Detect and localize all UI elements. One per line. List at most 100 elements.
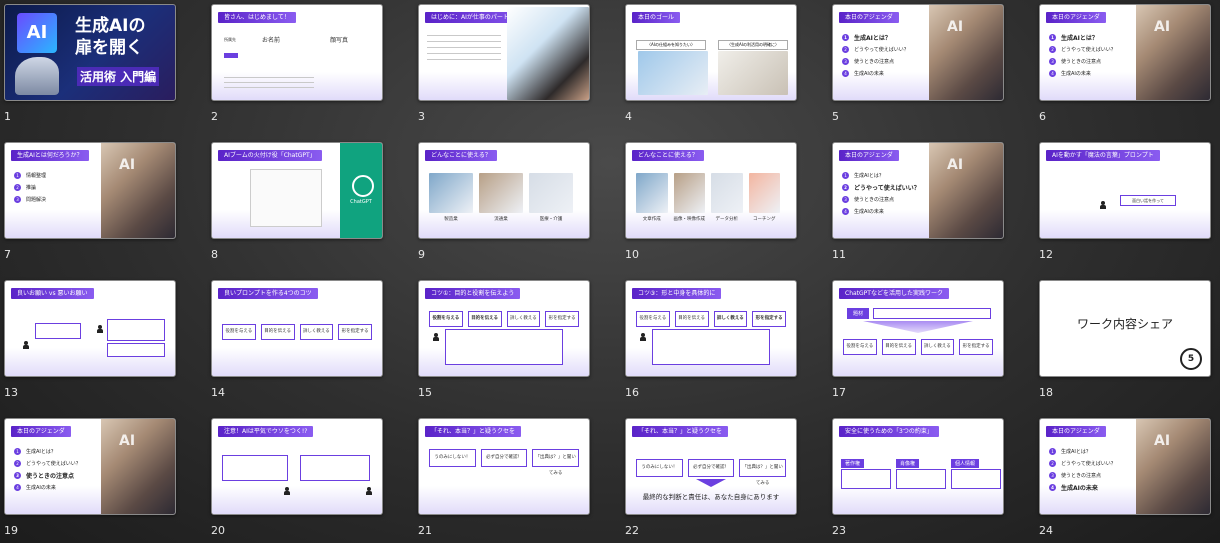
slide-thumbnail-3[interactable]: はじめに：AIが仕事のパートナーに!? 3	[418, 4, 590, 124]
slide-thumbnail-21[interactable]: 「それ、本当？」と疑うクセを うのみにしない！ 必ず自分で確認！ 「出典は？」と聞いて…	[418, 418, 590, 538]
slide-thumbnail-9[interactable]: どんなことに使える？ 製造業 流通業 医療・介護 9	[418, 142, 590, 262]
agenda-list: 1 生成AIとは？ 2 どうやって使えばいい？ 3 使うときの注意点 4 生成AIの未来	[842, 169, 920, 217]
decorative-gradient	[833, 486, 1003, 514]
slide-thumbnail-11[interactable]: 本日のアジェンダ AI 1 生成AIとは？ 2 どうやって使えばいい？ 3 使うときの注意点 4…	[832, 142, 1004, 262]
slide-thumbnail-12[interactable]: AIを動かす「魔法の言葉」プロンプト 面白い話を作って 12	[1039, 142, 1211, 262]
slide-preview[interactable]: AIを動かす「魔法の言葉」プロンプト 面白い話を作って	[1039, 142, 1211, 239]
slide-thumbnail-22[interactable]: 「それ、本当？」と疑うクセを うのみにしない！ 必ず自分で確認！ 「出典は？」と聞いて…	[625, 418, 797, 538]
slide-thumbnail-7[interactable]: 生成AIとは何だろうか？ AI 1 情報整理 2 推論 3 問題解決 7	[4, 142, 176, 262]
slide-preview[interactable]: 「それ、本当？」と疑うクセを うのみにしない！ 必ず自分で確認！ 「出典は？」と聞いて…	[418, 418, 590, 515]
agenda-number-badge: 4	[14, 483, 21, 491]
slide-thumbnail-14[interactable]: 良いプロンプトを作る4つのコツ 役割を与える 目的を伝える 詳しく教える 形を指定する 1…	[211, 280, 383, 400]
agenda-item: 3 使うときの注意点	[842, 55, 909, 67]
slide-preview[interactable]: はじめに：AIが仕事のパートナーに!?	[418, 4, 590, 101]
cover-title-2: 扉を開く	[75, 38, 143, 58]
slide-number: 20	[211, 524, 225, 537]
agenda-item-label: 生成AIとは？	[1061, 448, 1091, 455]
slide-preview[interactable]: 良いお願い vs 悪いお願い	[4, 280, 176, 377]
slide-thumbnail-23[interactable]: 安全に使うための「3つの約束」 著作権 肖像権 個人情報 23	[832, 418, 1004, 538]
slide-thumbnail-20[interactable]: 注意！AIは平気でウソをつく!? 20	[211, 418, 383, 538]
agenda-item-label: 生成AIの未来	[26, 484, 56, 491]
agenda-item: 4 生成AIの未来	[1049, 481, 1116, 493]
agenda-number-badge: 2	[842, 183, 849, 191]
agenda-number-badge: 2	[1049, 459, 1056, 467]
slide-thumbnail-24[interactable]: 本日のアジェンダ AI 1 生成AIとは？ 2 どうやって使えばいい？ 3 使うときの注意点 4…	[1039, 418, 1211, 538]
slide-preview[interactable]: 本日のゴール 〈AIの仕組みを知りたい〉 〈生成AIの利活用の明確に〉	[625, 4, 797, 101]
slide-preview[interactable]: ChatGPTなどを活用した実践ワーク 題材 役割を与える 目的を伝える 詳しく教える形…	[832, 280, 1004, 377]
tip-box: 詳しく教える	[299, 324, 334, 340]
ai-glow-icon: AI	[119, 433, 136, 449]
slide-preview[interactable]: 安全に使うための「3つの約束」 著作権 肖像権 個人情報	[832, 418, 1004, 515]
slide-number: 11	[832, 248, 846, 261]
person-icon	[23, 341, 29, 349]
person-icon	[433, 333, 439, 341]
slide-preview[interactable]: ワーク内容シェア 5	[1039, 280, 1211, 377]
slide-preview[interactable]: 本日のアジェンダ AI 1 生成AIとは？ 2 どうやって使えばいい？ 3 使うときの注意点 4…	[832, 4, 1004, 101]
slide-thumbnail-15[interactable]: コツ①：目的と役割を伝えよう 役割を与える 目的を伝える 詳しく教える 形を指定する 15	[418, 280, 590, 400]
slide-preview[interactable]: AI 生成AIの 扉を開く 活用術 入門編	[4, 4, 176, 101]
agenda-number-badge: 3	[1049, 471, 1056, 479]
slide-preview[interactable]: どんなことに使える？ 文章作成 画像・映像作成 データ分析 コーチング	[625, 142, 797, 239]
slide-preview[interactable]: コツ③：形と中身を具体的に 役割を与える 目的を伝える 詳しく教える 形を指定する	[625, 280, 797, 377]
slide-thumbnail-19[interactable]: 本日のアジェンダ AI 1 生成AIとは？ 2 どうやって使えばいい？ 3 使うときの注意点 4…	[4, 418, 176, 538]
profile-tag	[224, 53, 238, 58]
slide-number: 24	[1039, 524, 1053, 537]
slide-preview[interactable]: 本日のアジェンダ AI 1 生成AIとは？ 2 どうやって使えばいい？ 3 使うときの注意点 4…	[1039, 418, 1211, 515]
tip-box: 役割を与える	[636, 311, 670, 327]
agenda-item: 1 生成AIとは？	[14, 445, 81, 457]
slide-preview[interactable]: 注意！AIは平気でウソをつく!?	[211, 418, 383, 515]
slide-preview[interactable]: 皆さん、はじめまして！ 所属先 お名前 顔写真	[211, 4, 383, 101]
slide-number: 6	[1039, 110, 1046, 123]
warning-box	[222, 455, 288, 481]
slide-thumbnail-6[interactable]: 本日のアジェンダ AI 1 生成AIとは？ 2 どうやって使えばいい？ 3 使うときの注意点 4…	[1039, 4, 1211, 124]
slide-preview[interactable]: コツ①：目的と役割を伝えよう 役割を与える 目的を伝える 詳しく教える 形を指定する	[418, 280, 590, 377]
keyboard-photo: AI	[1136, 5, 1210, 100]
slide-title: 本日のアジェンダ	[839, 150, 899, 161]
slide-title: ChatGPTなどを活用した実践ワーク	[839, 288, 949, 299]
agenda-number-badge: 4	[1049, 483, 1056, 491]
tip-box: 「出典は？」と聞いてみる	[532, 449, 580, 476]
slide-preview[interactable]: 良いプロンプトを作る4つのコツ 役割を与える 目的を伝える 詳しく教える 形を指定する	[211, 280, 383, 377]
slide-thumbnail-2[interactable]: 皆さん、はじめまして！ 所属先 お名前 顔写真 2	[211, 4, 383, 124]
slide-number: 8	[211, 248, 218, 261]
agenda-item: 1 生成AIとは？	[1049, 445, 1116, 457]
slide-thumbnail-1[interactable]: AI 生成AIの 扉を開く 活用術 入門編 1	[4, 4, 176, 124]
slide-thumbnail-10[interactable]: どんなことに使える？ 文章作成 画像・映像作成 データ分析 コーチング 10	[625, 142, 797, 262]
tip-box: 役割を与える	[222, 324, 256, 340]
agenda-item-label: 生成AIの未来	[854, 208, 884, 215]
slide-thumbnail-5[interactable]: 本日のアジェンダ AI 1 生成AIとは？ 2 どうやって使えばいい？ 3 使うときの注意点 4…	[832, 4, 1004, 124]
agenda-number-badge: 4	[842, 207, 849, 215]
industry-caption: 医療・介護	[539, 217, 563, 222]
slide-thumbnail-18[interactable]: ワーク内容シェア 5 18	[1039, 280, 1211, 400]
tip-box: 形を指定する	[959, 339, 993, 355]
text-line	[427, 53, 501, 54]
slide-thumbnail-4[interactable]: 本日のゴール 〈AIの仕組みを知りたい〉 〈生成AIの利活用の明確に〉 4	[625, 4, 797, 124]
slide-thumbnail-13[interactable]: 良いお願い vs 悪いお願い 13	[4, 280, 176, 400]
slide-number: 17	[832, 386, 846, 399]
slide-thumbnail-16[interactable]: コツ③：形と中身を具体的に 役割を与える 目的を伝える 詳しく教える 形を指定する 16	[625, 280, 797, 400]
slide-preview[interactable]: どんなことに使える？ 製造業 流通業 医療・介護	[418, 142, 590, 239]
slide-number: 13	[4, 386, 18, 399]
agenda-item-label: 使うときの注意点	[1061, 58, 1102, 65]
agenda-item: 2 どうやって使えばいい？	[14, 457, 81, 469]
keyboard-photo: AI	[929, 143, 1003, 238]
industry-caption: データ分析	[715, 217, 739, 222]
agenda-item: 1 生成AIとは？	[842, 169, 920, 181]
slide-preview[interactable]: AIブームの火付け役「ChatGPT」 ChatGPT	[211, 142, 383, 239]
tag-label: 〈生成AIの利活用の明確に〉	[718, 40, 788, 50]
prompt-bubble	[35, 323, 81, 339]
slide-preview[interactable]: 「それ、本当？」と疑うクセを うのみにしない！ 必ず自分で確認！ 「出典は？」と聞いて…	[625, 418, 797, 515]
slide-thumbnail-8[interactable]: AIブームの火付け役「ChatGPT」 ChatGPT 8	[211, 142, 383, 262]
slide-preview[interactable]: 生成AIとは何だろうか？ AI 1 情報整理 2 推論 3 問題解決	[4, 142, 176, 239]
agenda-number-badge: 4	[1049, 69, 1056, 77]
text-line	[427, 41, 501, 42]
tag-label: 個人情報	[951, 459, 980, 468]
agenda-number-badge: 1	[1049, 447, 1056, 455]
slide-preview[interactable]: 本日のアジェンダ AI 1 生成AIとは？ 2 どうやって使えばいい？ 3 使うときの注意点 4…	[832, 142, 1004, 239]
industry-caption: 文章作成	[642, 217, 661, 222]
slide-thumbnail-17[interactable]: ChatGPTなどを活用した実践ワーク 題材 役割を与える 目的を伝える 詳しく教える形…	[832, 280, 1004, 400]
tip-box: 必ず自分で確認！	[480, 449, 528, 467]
slide-title: 良いお願い vs 悪いお願い	[11, 288, 94, 299]
slide-preview[interactable]: 本日のアジェンダ AI 1 生成AIとは？ 2 どうやって使えばいい？ 3 使うときの注意点 4…	[1039, 4, 1211, 101]
slide-preview[interactable]: 本日のアジェンダ AI 1 生成AIとは？ 2 どうやって使えばいい？ 3 使うときの注意点 4…	[4, 418, 176, 515]
